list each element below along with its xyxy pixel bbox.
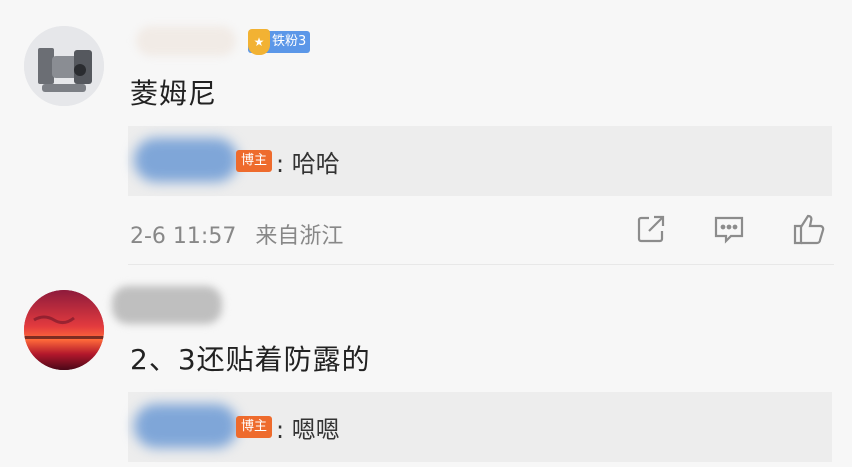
comment-item: 2、3还贴着防露的 博主 : 嗯嗯 xyxy=(0,264,852,467)
reply-author-blurred[interactable] xyxy=(134,138,238,182)
sunset-avatar-image xyxy=(24,290,104,370)
reply-box[interactable]: 博主 : 哈哈 xyxy=(128,126,832,196)
fan-badge-label: 铁粉3 xyxy=(272,34,307,49)
comment-location: 来自浙江 xyxy=(255,224,344,249)
owner-badge: 博主 xyxy=(236,416,272,438)
avatar[interactable] xyxy=(24,26,104,106)
owner-badge: 博主 xyxy=(236,150,272,172)
avatar[interactable] xyxy=(24,290,104,370)
username-blurred[interactable] xyxy=(112,286,222,324)
reply-author-blurred[interactable] xyxy=(134,404,238,448)
comment-item: ★ 铁粉3 菱姆尼 博主 : 哈哈 2-6 11:57 来自浙江 xyxy=(0,0,852,264)
comment-text: 菱姆尼 xyxy=(130,77,218,110)
reply-text: : 嗯嗯 xyxy=(276,416,340,444)
fan-medal-icon: ★ xyxy=(248,29,270,55)
like-icon[interactable] xyxy=(792,212,826,246)
comment-text: 2、3还贴着防露的 xyxy=(130,343,371,376)
username-blurred[interactable] xyxy=(136,26,236,56)
reply-text: : 哈哈 xyxy=(276,150,340,178)
share-icon[interactable] xyxy=(634,212,668,246)
comment-date: 2-6 11:57 xyxy=(130,224,237,249)
comment-icon[interactable] xyxy=(712,212,746,246)
drone-avatar-image xyxy=(24,26,104,106)
reply-box[interactable]: 博主 : 嗯嗯 xyxy=(128,392,832,462)
fan-badge[interactable]: ★ 铁粉3 xyxy=(248,29,311,55)
comment-meta: 2-6 11:57 来自浙江 xyxy=(130,218,343,250)
